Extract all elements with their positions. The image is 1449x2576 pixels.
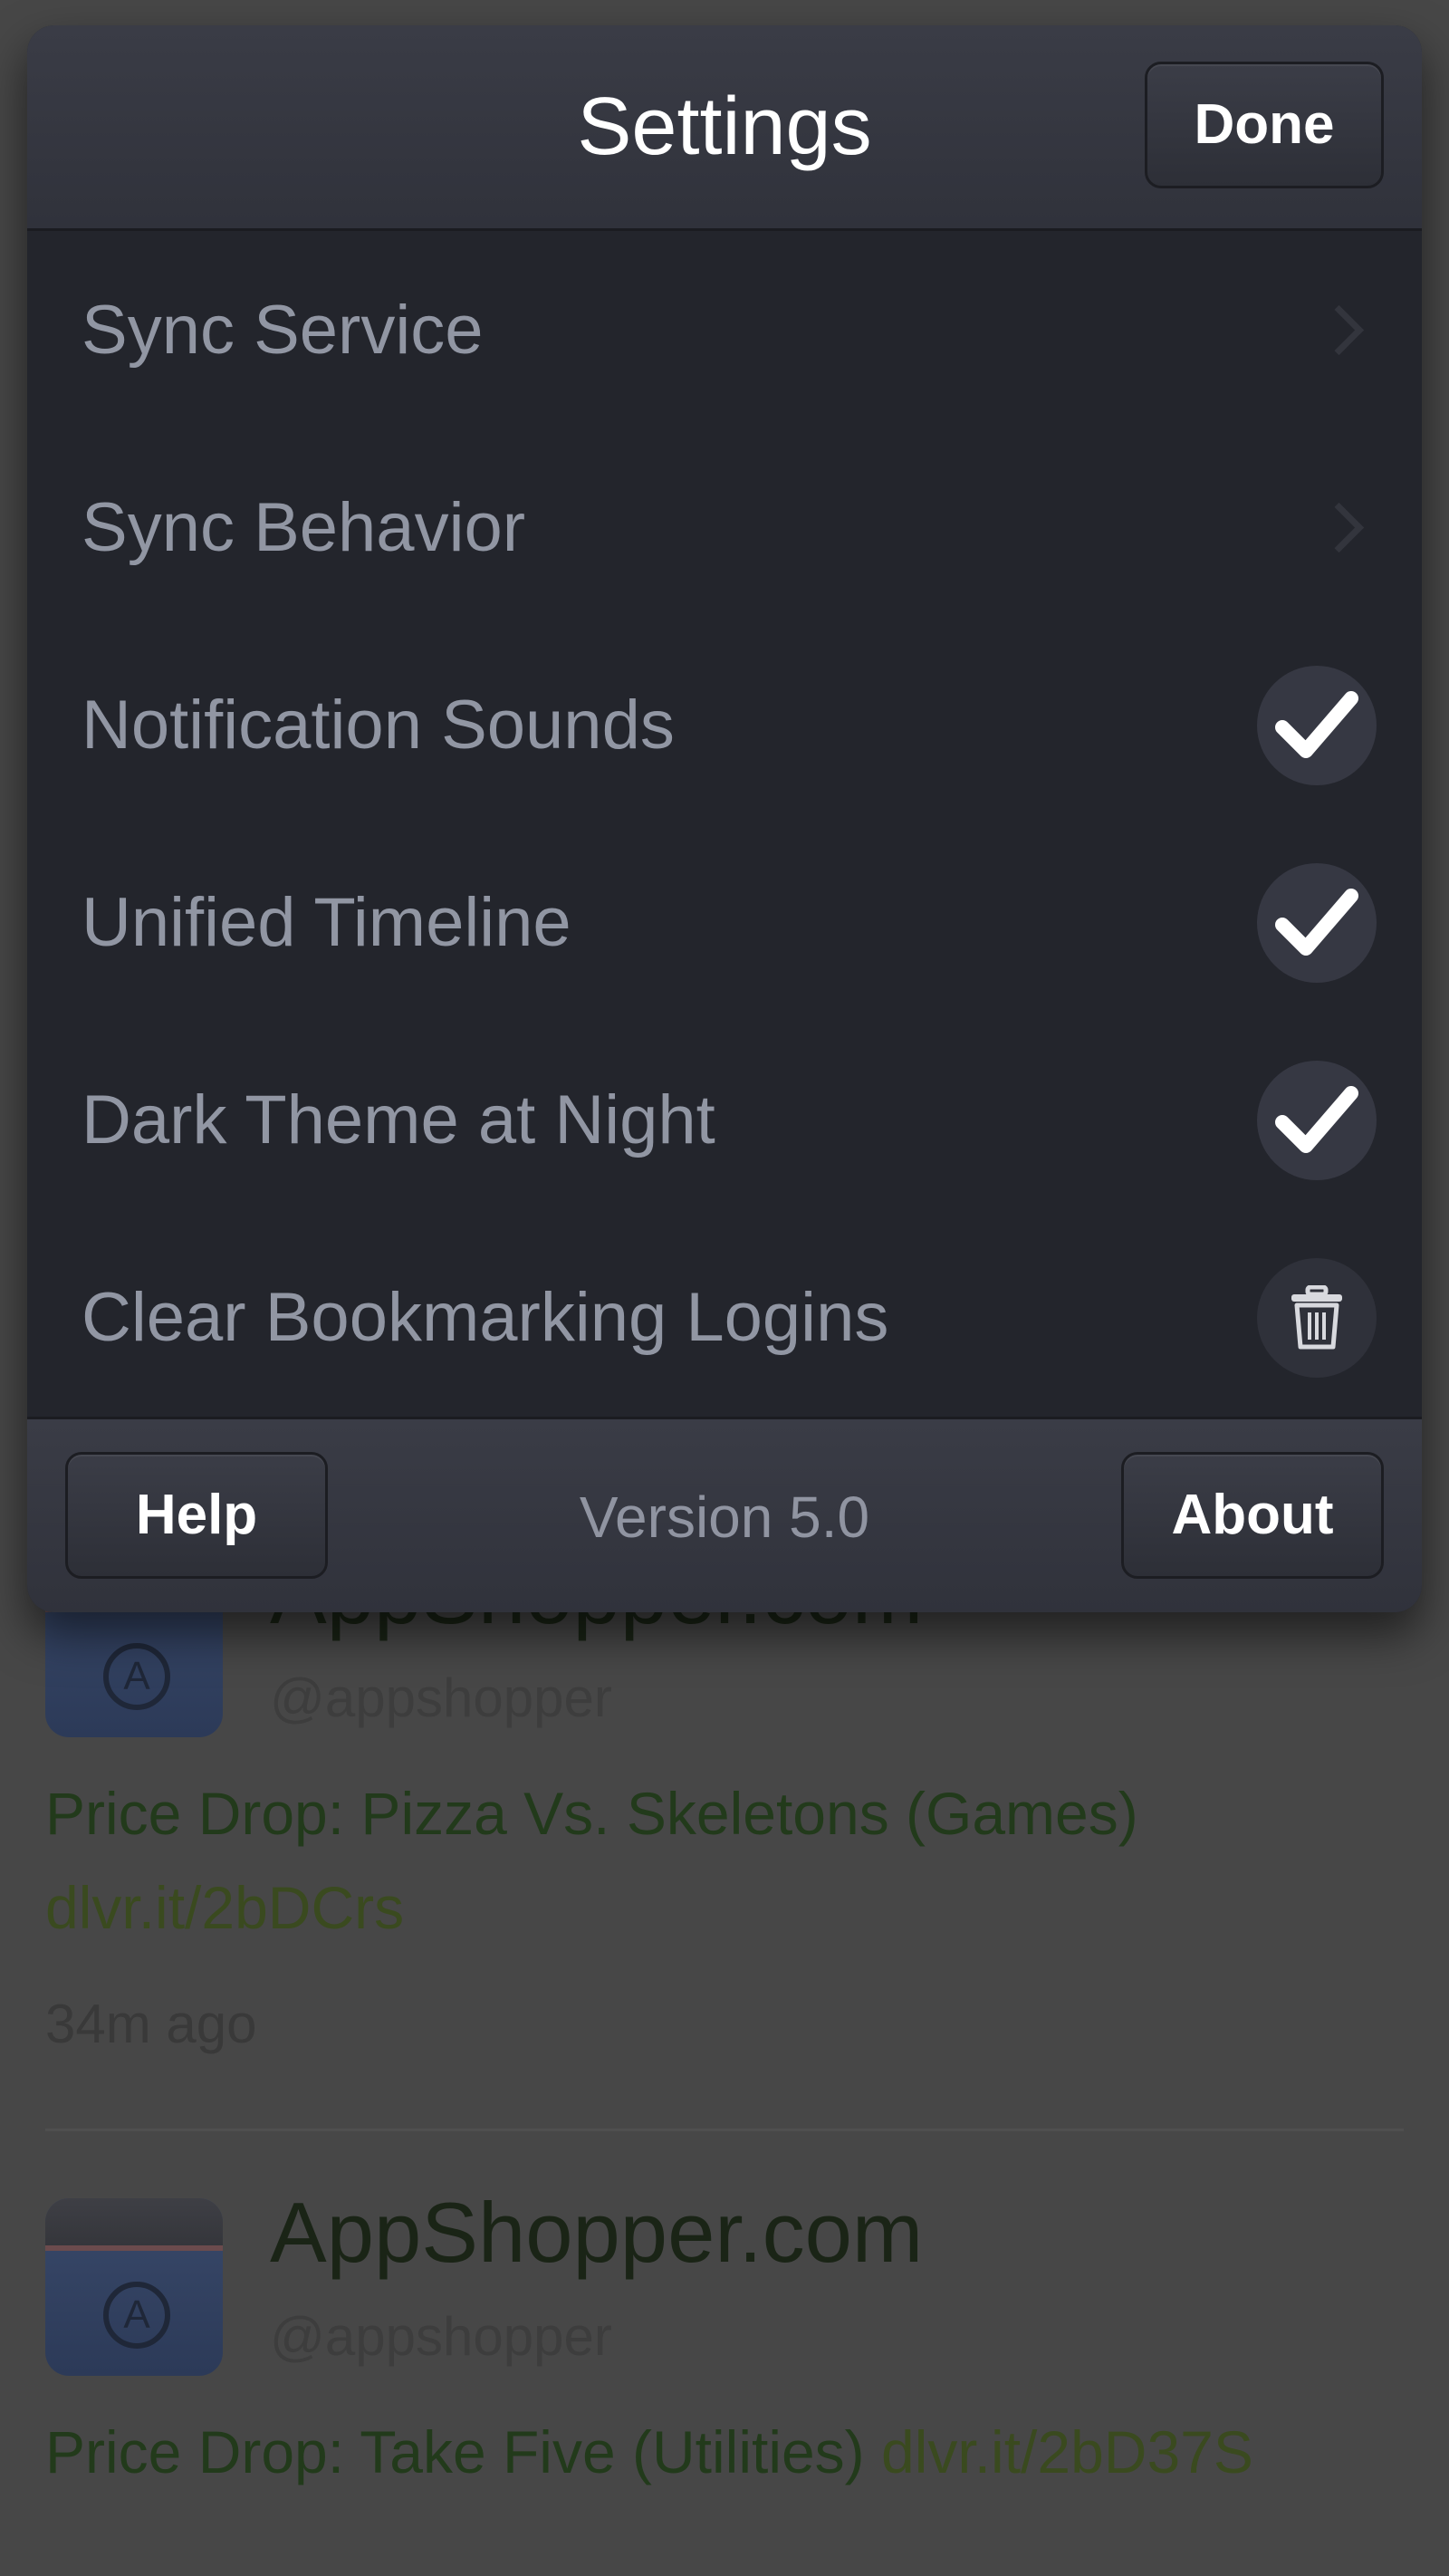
settings-row-dark-theme[interactable]: Dark Theme at Night [27, 1021, 1422, 1223]
tweet-link[interactable]: dlvr.it/2bD37S [881, 2418, 1253, 2485]
settings-row-sync-behavior[interactable]: Sync Behavior [27, 428, 1422, 630]
checkmark-icon [1275, 889, 1358, 956]
checkmark-toggle[interactable] [1257, 863, 1377, 983]
avatar-band [45, 2198, 223, 2251]
checkmark-toggle[interactable] [1257, 1061, 1377, 1180]
row-label: Clear Bookmarking Logins [82, 1279, 889, 1356]
chevron-right-icon [1313, 304, 1365, 356]
row-label: Dark Theme at Night [82, 1081, 715, 1158]
tweet-time: 34m ago [45, 1994, 257, 2054]
row-label: Unified Timeline [82, 884, 571, 961]
tweet-divider [45, 2129, 1404, 2131]
chevron-right-icon [1313, 502, 1365, 553]
tweet-handle[interactable]: @appshopper [270, 2305, 612, 2368]
row-label: Notification Sounds [82, 687, 675, 764]
checkmark-icon [1275, 1086, 1358, 1153]
about-button[interactable]: About [1121, 1452, 1384, 1579]
settings-row-unified-timeline[interactable]: Unified Timeline [27, 823, 1422, 1025]
tweet-body: Price Drop: Pizza Vs. Skeletons (Games) [45, 1780, 1138, 1847]
tweet-handle[interactable]: @appshopper [270, 1667, 612, 1729]
settings-row-clear-logins[interactable]: Clear Bookmarking Logins [27, 1218, 1422, 1418]
row-label: Sync Behavior [82, 489, 526, 566]
checkmark-icon [1275, 691, 1358, 758]
settings-row-sync-service[interactable]: Sync Service [27, 231, 1422, 433]
tweet-text: Price Drop: Take Five (Utilities) dlvr.i… [45, 2405, 1404, 2499]
tweet-link[interactable]: dlvr.it/2bDCrs [45, 1874, 404, 1941]
avatar-letter: A [103, 1643, 170, 1710]
settings-sheet: Settings Done Sync Service Sync Behavior… [27, 25, 1422, 1612]
clear-logins-button[interactable] [1257, 1258, 1377, 1378]
settings-footer: Version 5.0 Help About [27, 1417, 1422, 1612]
help-button[interactable]: Help [65, 1452, 328, 1579]
avatar-letter: A [103, 2282, 170, 2349]
tweet-author[interactable]: AppShopper.com [270, 2178, 923, 2287]
settings-header: Settings Done [27, 25, 1422, 231]
done-button[interactable]: Done [1145, 62, 1384, 188]
tweet-text: Price Drop: Pizza Vs. Skeletons (Games) d… [45, 1766, 1404, 1955]
app-avatar-icon[interactable]: A [45, 2198, 223, 2376]
trash-icon [1291, 1285, 1342, 1350]
tweet-body: Price Drop: Take Five (Utilities) [45, 2418, 865, 2485]
settings-row-notification-sounds[interactable]: Notification Sounds [27, 626, 1422, 828]
row-label: Sync Service [82, 292, 484, 369]
checkmark-toggle[interactable] [1257, 666, 1377, 785]
